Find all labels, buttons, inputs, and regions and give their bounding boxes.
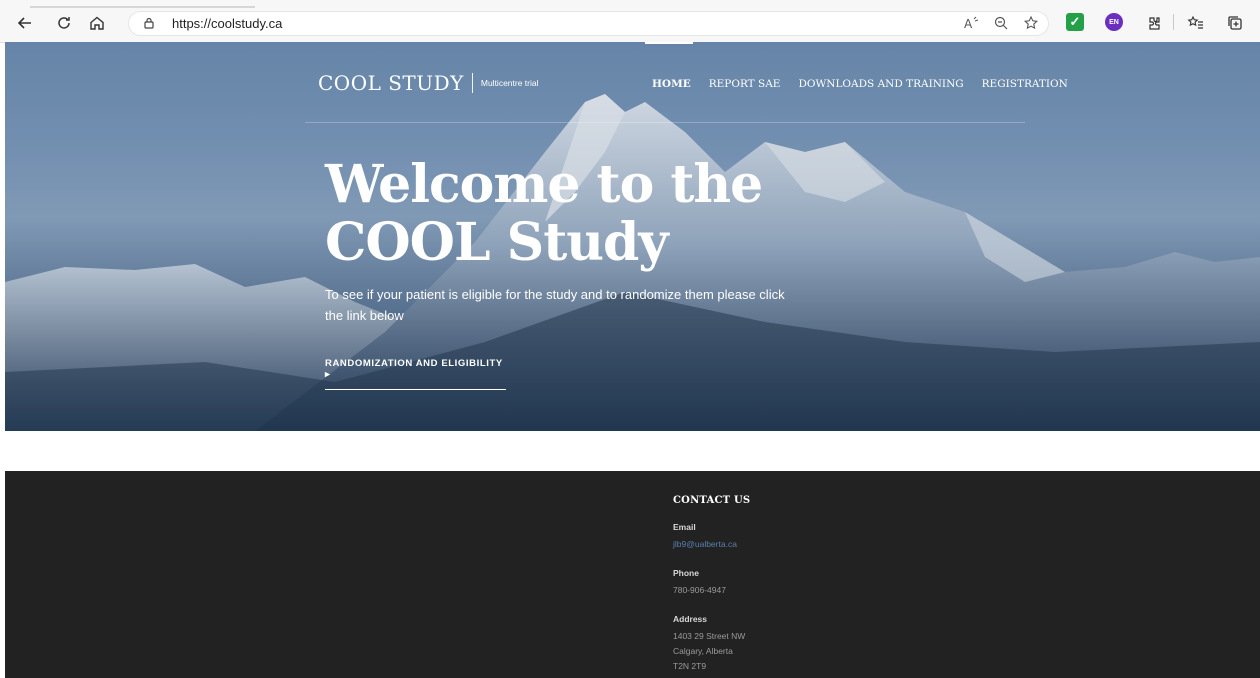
address-label: Address xyxy=(673,614,708,624)
main-navigation: HOME REPORT SAE DOWNLOADS AND TRAINING R… xyxy=(652,78,1068,90)
nav-downloads-and-training[interactable]: DOWNLOADS AND TRAINING xyxy=(798,78,963,90)
site-logo[interactable]: COOL STUDY Multicentre trial xyxy=(318,71,539,95)
browser-toolbar: https://coolstudy.ca A ✓ EN xyxy=(0,0,1260,43)
hero-headline-line-2: COOL Study xyxy=(325,212,669,273)
favorites-icon[interactable] xyxy=(1185,12,1207,34)
contact-heading: CONTACT US xyxy=(673,495,751,506)
address: 1403 29 Street NW Calgary, Alberta T2N 2… xyxy=(673,629,750,674)
hero-headline-line-1: Welcome to the xyxy=(325,154,763,215)
address-line-3: T2N 2T9 xyxy=(673,661,707,671)
lock-icon[interactable] xyxy=(142,16,156,35)
active-tab-marker xyxy=(645,42,693,44)
hero-headline: Welcome to the COOL Study xyxy=(325,156,795,272)
hero-lead-text: To see if your patient is eligible for t… xyxy=(325,287,785,323)
phone-label: Phone xyxy=(673,568,699,578)
address-bar[interactable]: https://coolstudy.ca A xyxy=(128,11,1049,36)
svg-text:A: A xyxy=(964,17,973,31)
collections-icon[interactable] xyxy=(1224,12,1246,34)
toolbar-separator xyxy=(1173,14,1174,30)
url-text[interactable]: https://coolstudy.ca xyxy=(172,16,282,31)
address-line-1: 1403 29 Street NW xyxy=(673,631,746,641)
email-link[interactable]: jlb9@ualberta.ca xyxy=(673,537,750,552)
back-arrow-icon[interactable] xyxy=(14,12,36,34)
phone-number: 780-906-4947 xyxy=(673,585,726,595)
logo-tagline: Multicentre trial xyxy=(480,78,539,88)
nav-report-sae[interactable]: REPORT SAE xyxy=(709,78,781,90)
nav-registration[interactable]: REGISTRATION xyxy=(982,78,1068,90)
randomization-eligibility-link[interactable]: RANDOMIZATION AND ELIGIBILITY ▸ xyxy=(325,358,506,390)
zoom-icon[interactable] xyxy=(993,15,1009,36)
tab-indicator xyxy=(30,6,255,8)
home-icon[interactable] xyxy=(86,12,108,34)
site-footer: CONTACT US Email jlb9@ualberta.ca Phone … xyxy=(5,471,1260,678)
contact-block: CONTACT US Email jlb9@ualberta.ca Phone … xyxy=(673,495,750,674)
favorite-add-icon[interactable] xyxy=(1023,15,1039,36)
hero-section: COOL STUDY Multicentre trial HOME REPORT… xyxy=(5,42,1260,431)
read-aloud-icon[interactable]: A xyxy=(963,15,979,36)
address-line-2: Calgary, Alberta xyxy=(673,646,733,656)
nav-divider xyxy=(305,122,1025,123)
checkmark-extension-icon[interactable]: ✓ xyxy=(1066,13,1084,31)
extensions-icon[interactable] xyxy=(1143,12,1165,34)
email-label: Email xyxy=(673,522,696,532)
nav-home[interactable]: HOME xyxy=(652,78,691,90)
logo-divider xyxy=(471,73,473,93)
language-extension-icon[interactable]: EN xyxy=(1105,13,1123,31)
logo-name[interactable]: COOL STUDY xyxy=(318,71,464,95)
refresh-icon[interactable] xyxy=(53,12,75,34)
